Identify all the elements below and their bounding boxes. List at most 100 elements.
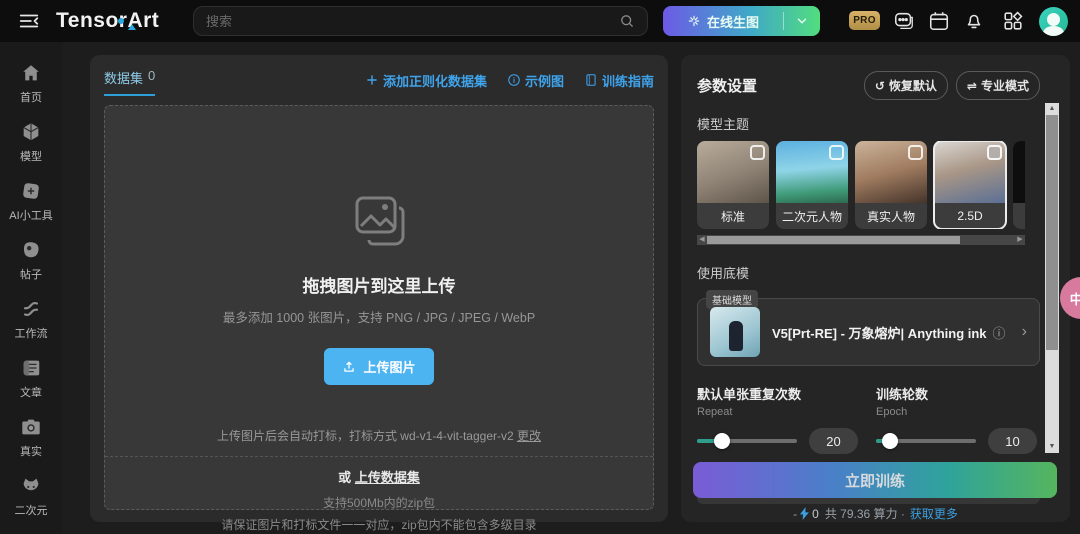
info-icon[interactable]: ⓘ <box>993 323 1006 342</box>
scroll-right-arrow[interactable]: ▶ <box>1015 235 1025 245</box>
pro-mode-button[interactable]: ⇌ 专业模式 <box>956 71 1040 100</box>
theme-card-label: 标准 <box>697 203 769 229</box>
info-circle-icon <box>507 73 521 87</box>
tab-dataset-count: 0 <box>148 68 155 87</box>
scrollbar-thumb[interactable] <box>707 236 960 244</box>
params-panel: 参数设置 ↺ 恢复默认 ⇌ 专业模式 模型主题 标准 二次元人物 真实人 <box>681 55 1070 522</box>
sidebar-item-home[interactable]: 首页 <box>20 62 42 105</box>
theme-thumbnail <box>1013 141 1025 203</box>
theme-checkbox-checked[interactable] <box>987 145 1002 160</box>
epoch-slider[interactable] <box>876 439 976 443</box>
upload-images-label: 上传图片 <box>363 357 415 376</box>
sidebar-item-realistic[interactable]: 真实 <box>20 416 42 459</box>
theme-card-anime-character[interactable]: 二次元人物 <box>776 141 848 229</box>
sidebar-item-label: 首页 <box>20 89 42 105</box>
reset-default-button[interactable]: ↺ 恢复默认 <box>864 71 948 100</box>
training-guide-link[interactable]: 训练指南 <box>584 71 654 90</box>
add-regularization-link[interactable]: 添加正则化数据集 <box>365 71 487 90</box>
search-icon[interactable] <box>619 13 635 29</box>
brand-accent-triangle <box>128 24 136 30</box>
theme-card-label: 自定义 <box>1013 203 1025 229</box>
sidebar-item-anime[interactable]: 二次元 <box>15 475 48 518</box>
online-generate-button[interactable]: 在线生图 <box>663 6 820 36</box>
sparkle-icon <box>687 14 701 28</box>
image-dropzone[interactable]: 拖拽图片到这里上传 最多添加 1000 张图片，支持 PNG / JPG / J… <box>104 105 654 510</box>
theme-checkbox[interactable] <box>908 145 923 160</box>
auto-tag-note: 上传图片后会自动打标，打标方式 wd-v1-4-vit-tagger-v2 更改 <box>217 427 541 444</box>
notifications-bell-icon[interactable] <box>963 10 985 32</box>
brand-accent-dot <box>118 18 124 24</box>
upload-dataset-link[interactable]: 上传数据集 <box>355 470 420 485</box>
sidebar-item-models[interactable]: 模型 <box>20 121 42 164</box>
repeat-value-input[interactable]: 20 <box>809 428 858 454</box>
zip-hint-2: 请保证图片和打标文件一一对应，zip包内不能包含多级目录 <box>221 516 536 533</box>
scrollbar-thumb[interactable] <box>1046 115 1058 350</box>
sidebar-item-label: 工作流 <box>15 325 48 341</box>
theme-card-standard[interactable]: 标准 <box>697 141 769 229</box>
get-more-credits-link[interactable]: 获取更多 <box>910 505 958 522</box>
sidebar-item-label: 真实 <box>20 443 42 459</box>
generate-dropdown-button[interactable] <box>784 14 820 28</box>
credits-value: 0 <box>812 507 819 521</box>
sidebar-item-posts[interactable]: 帖子 <box>20 239 42 282</box>
pro-mode-label: 专业模式 <box>981 77 1029 94</box>
epoch-slider-thumb[interactable] <box>882 433 898 449</box>
avatar-head-shape <box>1047 13 1060 26</box>
upload-icon <box>342 360 356 374</box>
dataset-card: 数据集 0 添加正则化数据集 示例图 训练指南 拖拽图片到这里上传 最多添加 1… <box>90 55 668 522</box>
theme-card-25d-selected[interactable]: 2.5D <box>934 141 1006 229</box>
theme-checkbox[interactable] <box>829 145 844 160</box>
panel-vertical-scrollbar[interactable]: ▲ ▼ <box>1045 103 1059 453</box>
model-cube-icon <box>20 121 42 143</box>
example-image-link[interactable]: 示例图 <box>507 71 564 90</box>
pro-badge[interactable]: PRO <box>849 11 880 30</box>
ai-tools-icon <box>20 180 42 202</box>
events-calendar-icon[interactable] <box>928 10 950 32</box>
search-input[interactable] <box>206 14 619 29</box>
sidebar-toggle-icon[interactable] <box>18 10 40 32</box>
messages-icon[interactable] <box>893 10 915 32</box>
example-image-label: 示例图 <box>525 71 564 90</box>
tab-dataset[interactable]: 数据集 0 <box>104 68 155 96</box>
upload-zip-row: 或 上传数据集 <box>338 467 420 486</box>
change-tagger-link[interactable]: 更改 <box>517 429 541 443</box>
left-sidebar: 首页 模型 AI小工具 帖子 工作流 文章 真实 二次元 <box>0 42 62 534</box>
repeat-label: 默认单张重复次数 <box>697 384 860 403</box>
upload-images-button[interactable]: 上传图片 <box>324 348 433 385</box>
sidebar-item-label: AI小工具 <box>9 207 52 223</box>
dataset-tab-row: 数据集 0 添加正则化数据集 示例图 训练指南 <box>104 67 654 97</box>
search-box[interactable] <box>193 6 648 36</box>
epoch-control: 训练轮数 Epoch 10 <box>876 384 1039 454</box>
repeat-slider-thumb[interactable] <box>714 433 730 449</box>
theme-card-custom[interactable]: 自定义 <box>1013 141 1025 229</box>
sidebar-item-articles[interactable]: 文章 <box>20 357 42 400</box>
article-icon <box>20 357 42 379</box>
epoch-value-input[interactable]: 10 <box>988 428 1037 454</box>
epoch-sublabel: Epoch <box>876 406 1039 418</box>
model-theme-label: 模型主题 <box>697 114 1070 133</box>
anime-icon <box>20 475 42 497</box>
brand-logo[interactable]: TensorArt <box>56 9 159 33</box>
scroll-left-arrow[interactable]: ◀ <box>697 235 707 245</box>
base-model-card[interactable]: 基础模型 V5[Prt-RE] - 万象熔炉| Anything ink ⓘ › <box>697 298 1040 366</box>
user-avatar[interactable] <box>1039 7 1068 36</box>
theme-checkbox[interactable] <box>750 145 765 160</box>
theme-card-real-person[interactable]: 真实人物 <box>855 141 927 229</box>
base-model-name: V5[Prt-RE] - 万象熔炉| Anything ink <box>772 323 987 342</box>
repeat-slider[interactable] <box>697 439 797 443</box>
sidebar-item-workflow[interactable]: 工作流 <box>15 298 48 341</box>
sidebar-item-label: 文章 <box>20 384 42 400</box>
theme-horizontal-scrollbar[interactable]: ◀ ▶ <box>697 235 1025 245</box>
repeat-control: 默认单张重复次数 Repeat 20 <box>697 384 860 454</box>
sidebar-item-ai-tools[interactable]: AI小工具 <box>9 180 52 223</box>
credits-row: - 0 共 79.36 算力 · 获取更多 <box>681 505 1070 522</box>
base-model-thumbnail <box>710 307 760 357</box>
scroll-up-arrow[interactable]: ▲ <box>1045 103 1059 115</box>
train-now-button[interactable]: 立即训练 <box>693 462 1057 498</box>
epoch-label: 训练轮数 <box>876 384 1039 403</box>
apps-grid-icon[interactable] <box>1002 10 1024 32</box>
brand-logo-text: TensorArt <box>56 9 159 32</box>
dropzone-title: 拖拽图片到这里上传 <box>303 272 456 297</box>
scroll-down-arrow[interactable]: ▼ <box>1045 441 1059 453</box>
swap-icon: ⇌ <box>967 79 977 93</box>
